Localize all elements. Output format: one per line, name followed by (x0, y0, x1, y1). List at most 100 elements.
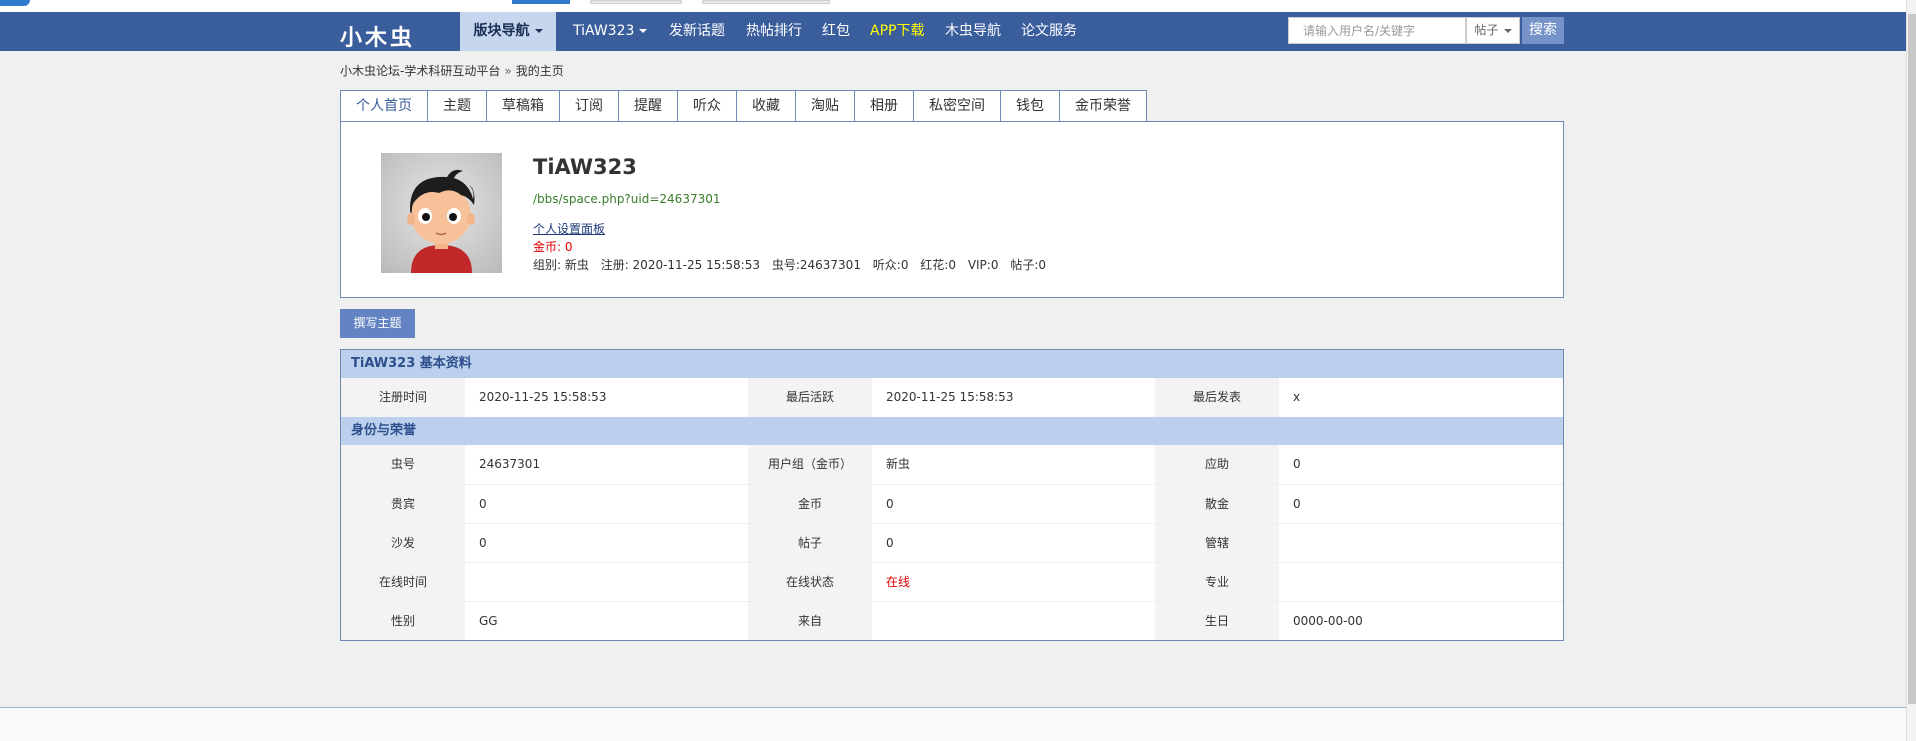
browser-tab-indicator (0, 0, 30, 6)
tab-home[interactable]: 个人首页 (340, 90, 428, 123)
field-value: 0 (465, 524, 748, 562)
nav-paper-service[interactable]: 论文服务 (1021, 12, 1077, 51)
field-value: 0 (872, 485, 1155, 523)
field-label: 生日 (1155, 602, 1279, 640)
user-info-panel: TiAW323 基本资料 注册时间 2020-11-25 15:58:53 最后… (340, 349, 1564, 641)
footer (0, 708, 1906, 741)
nav-user-menu[interactable]: TiAW323 (573, 12, 648, 51)
tab-collected-posts[interactable]: 淘贴 (796, 90, 855, 122)
browser-tab[interactable] (702, 0, 830, 4)
browser-tab-active[interactable] (512, 0, 570, 4)
profile-tabs: 个人首页 主题 草稿箱 订阅 提醒 听众 收藏 淘贴 相册 私密空间 钱包 金币… (340, 90, 1147, 123)
scrollbar-thumb[interactable] (1908, 14, 1916, 704)
table-row: 沙发 0 帖子 0 管辖 (341, 523, 1563, 562)
stat-vip: VIP:0 (967, 258, 999, 272)
nav-forum-navigation[interactable]: 版块导航 (460, 12, 556, 51)
field-label: 帖子 (748, 524, 872, 562)
tab-albums[interactable]: 相册 (855, 90, 914, 122)
nav-label: 版块导航 (473, 23, 530, 39)
field-value: 0 (1279, 485, 1562, 523)
field-value: 2020-11-25 15:58:53 (872, 378, 1155, 417)
field-value: GG (465, 602, 748, 640)
field-label: 管辖 (1155, 524, 1279, 562)
field-label: 用户组（金币） (748, 445, 872, 484)
tab-subscriptions[interactable]: 订阅 (560, 90, 619, 122)
field-value (1279, 524, 1562, 562)
field-label: 性别 (341, 602, 465, 640)
field-label: 专业 (1155, 563, 1279, 601)
nav-app-download[interactable]: APP下载 (870, 12, 924, 51)
stat-registered: 注册: 2020-11-25 15:58:53 (600, 258, 760, 272)
settings-panel-link[interactable]: 个人设置面板 (533, 220, 605, 237)
tab-wallet[interactable]: 钱包 (1001, 90, 1060, 122)
basic-info-heading: TiAW323 基本资料 (341, 350, 1563, 378)
online-status-value: 在线 (872, 563, 1155, 601)
profile-url: /bbs/space.php?uid=24637301 (533, 192, 721, 206)
field-label: 最后发表 (1155, 378, 1279, 417)
table-row: 贵宾 0 金币 0 散金 0 (341, 484, 1563, 523)
field-label: 注册时间 (341, 378, 465, 417)
table-row: 性别 GG 来自 生日 0000-00-00 (341, 601, 1563, 640)
browser-tab[interactable] (590, 0, 682, 4)
cartoon-avatar-icon (407, 169, 475, 273)
table-row: 虫号 24637301 用户组（金币） 新虫 应助 0 (341, 445, 1563, 484)
field-label: 在线状态 (748, 563, 872, 601)
chevron-down-icon (1503, 28, 1512, 33)
chevron-down-icon (639, 29, 648, 33)
tab-favorites[interactable]: 收藏 (737, 90, 796, 122)
browser-top-strip (0, 0, 1916, 12)
field-value: 2020-11-25 15:58:53 (465, 378, 748, 417)
field-value: x (1279, 378, 1562, 417)
stat-posts: 帖子:0 (1010, 258, 1046, 272)
search-type-label: 帖子 (1474, 23, 1499, 37)
tab-listeners[interactable]: 听众 (678, 90, 737, 122)
field-value: 24637301 (465, 445, 748, 484)
breadcrumb-separator: » (504, 64, 512, 78)
field-label: 贵宾 (341, 485, 465, 523)
search-type-select[interactable]: 帖子 (1466, 17, 1520, 44)
profile-stats: 组别: 新虫 注册: 2020-11-25 15:58:53 虫号:246373… (533, 256, 1054, 273)
field-label: 在线时间 (341, 563, 465, 601)
chevron-down-icon (534, 29, 543, 33)
tab-topics[interactable]: 主题 (428, 90, 487, 122)
field-value: 0000-00-00 (1279, 602, 1562, 640)
field-label: 散金 (1155, 485, 1279, 523)
nav-new-topic[interactable]: 发新话题 (669, 12, 725, 51)
tab-coin-honors[interactable]: 金币荣誉 (1060, 90, 1147, 122)
nav-muchong-navigation[interactable]: 木虫导航 (945, 12, 1001, 51)
identity-heading: 身份与荣誉 (341, 417, 1563, 445)
field-label: 应助 (1155, 445, 1279, 484)
table-row: 注册时间 2020-11-25 15:58:53 最后活跃 2020-11-25… (341, 378, 1563, 417)
field-value: 0 (872, 524, 1155, 562)
nav-label: TiAW323 (573, 23, 635, 39)
nav-hot-posts[interactable]: 热帖排行 (746, 12, 802, 51)
nav-red-packet[interactable]: 红包 (822, 12, 850, 51)
site-logo[interactable]: 小木虫 (340, 20, 415, 52)
field-value (872, 602, 1155, 640)
field-label: 来自 (748, 602, 872, 640)
stat-listeners: 听众:0 (872, 258, 909, 272)
search-button[interactable]: 搜索 (1522, 17, 1564, 44)
tab-reminders[interactable]: 提醒 (619, 90, 678, 122)
stat-group: 组别: 新虫 (533, 258, 589, 272)
tab-drafts[interactable]: 草稿箱 (487, 90, 560, 122)
write-topic-button[interactable]: 撰写主题 (340, 309, 415, 338)
field-value: 新虫 (872, 445, 1155, 484)
avatar[interactable] (381, 153, 502, 273)
breadcrumb-site[interactable]: 小木虫论坛-学术科研互动平台 (340, 64, 500, 78)
field-label: 最后活跃 (748, 378, 872, 417)
table-row: 在线时间 在线状态 在线 专业 (341, 562, 1563, 601)
breadcrumb: 小木虫论坛-学术科研互动平台 » 我的主页 (340, 62, 564, 79)
stat-uid: 虫号:24637301 (771, 258, 861, 272)
profile-username: TiAW323 (533, 155, 637, 179)
profile-card: TiAW323 /bbs/space.php?uid=24637301 个人设置… (340, 121, 1564, 298)
field-value (1279, 563, 1562, 601)
page-scrollbar[interactable] (1906, 0, 1916, 741)
search-input[interactable] (1288, 17, 1466, 44)
field-value (465, 563, 748, 601)
breadcrumb-current: 我的主页 (515, 64, 564, 78)
top-navbar: 小木虫 版块导航 TiAW323 发新话题 热帖排行 红包 APP下载 木虫导航… (0, 12, 1906, 51)
field-label: 金币 (748, 485, 872, 523)
stat-flowers: 红花:0 (920, 258, 956, 272)
tab-private-space[interactable]: 私密空间 (914, 90, 1001, 122)
